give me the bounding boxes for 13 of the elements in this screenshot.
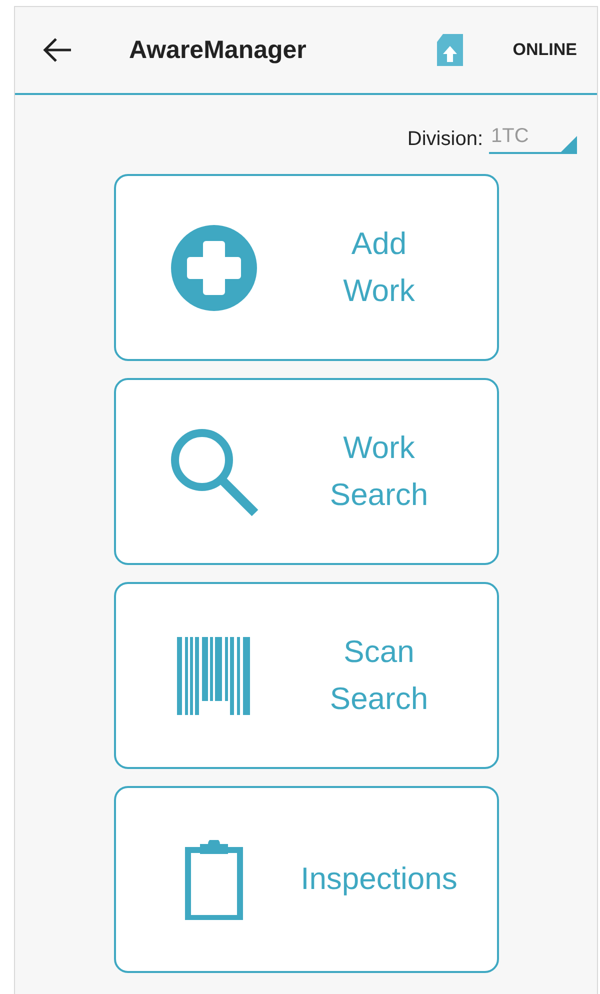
connection-status: ONLINE (512, 40, 577, 60)
plus-circle-icon (170, 224, 258, 312)
menu-tile[interactable]: Scan Search (114, 582, 498, 769)
dropdown-corner-icon (561, 136, 577, 152)
menu-tile[interactable]: Add Work (114, 174, 498, 361)
menu-tile[interactable]: Work Search (114, 378, 498, 565)
app-title: AwareManager (129, 36, 308, 64)
division-label: Division: (407, 128, 483, 151)
division-dropdown[interactable]: 1TC (489, 125, 577, 154)
back-arrow-icon[interactable] (43, 37, 73, 63)
menu-tile[interactable]: Inspections (114, 786, 498, 973)
clipboard-icon (184, 840, 244, 920)
barcode-icon (176, 636, 250, 714)
